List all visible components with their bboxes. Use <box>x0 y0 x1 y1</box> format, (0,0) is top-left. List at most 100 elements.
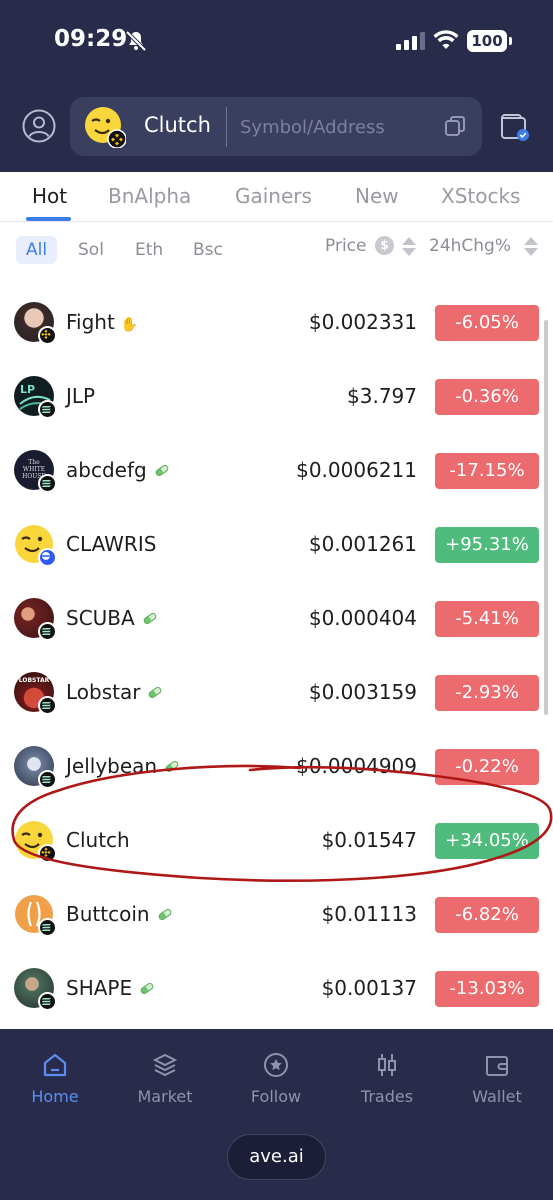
nav-home[interactable]: Home <box>10 1051 100 1106</box>
nav-trades[interactable]: Trades <box>342 1051 432 1106</box>
token-row[interactable]: Buttcoin $0.01113 -6.82% <box>0 878 553 952</box>
tab-hot[interactable]: Hot <box>32 184 67 208</box>
token-name: Lobstar <box>66 680 164 704</box>
token-avatar <box>14 746 57 789</box>
price-sort-icon[interactable] <box>402 236 416 258</box>
top-header: 09:29 100 Clutch <box>0 0 553 172</box>
solana-chain-icon <box>38 992 57 1011</box>
token-name: abcdefg <box>66 458 170 482</box>
chain-filter-sol[interactable]: Sol <box>78 236 104 264</box>
solana-chain-icon <box>38 622 57 641</box>
token-row[interactable]: Jellybean $0.0004909 -0.22% <box>0 730 553 804</box>
wallet-icon <box>486 1056 508 1076</box>
token-price: $0.01547 <box>321 828 417 852</box>
nav-wallet[interactable]: Wallet <box>452 1051 542 1106</box>
token-row[interactable]: The WHITE HOUSE abcdefg $0.0006211 -17.1… <box>0 434 553 508</box>
token-avatar <box>14 524 57 567</box>
battery-indicator: 100 <box>467 30 512 52</box>
chain-filter-eth[interactable]: Eth <box>135 236 163 264</box>
token-row[interactable]: CLAWRIS $0.001261 +95.31% <box>0 508 553 582</box>
chain-filter-bsc[interactable]: Bsc <box>193 236 223 264</box>
bsc-chain-icon <box>38 844 57 863</box>
change-badge: -2.93% <box>435 675 539 711</box>
nav-follow[interactable]: Follow <box>231 1051 321 1106</box>
muted-bell-icon <box>125 30 147 52</box>
change-sort-icon[interactable] <box>524 236 538 258</box>
change-column-header[interactable]: 24hChg% <box>429 236 511 256</box>
token-avatar: LP <box>14 376 57 419</box>
bsc-chain-icon <box>38 326 57 345</box>
token-list: Fight ✋ $0.002331 -6.05% LP JLP $3.797 -0… <box>0 286 553 1028</box>
category-tabs: Hot BnAlpha Gainers New XStocks <box>0 172 553 222</box>
avatar-label: LOBSTAR <box>18 677 50 684</box>
cellular-signal-icon <box>396 32 426 50</box>
token-row[interactable]: Clutch $0.01547 +34.05% <box>0 804 553 878</box>
market-layers-icon <box>152 1053 178 1077</box>
dollar-unit-icon[interactable]: $ <box>375 236 394 255</box>
pump-pill-icon <box>147 685 164 700</box>
wallet-connect-icon[interactable] <box>498 112 530 142</box>
pump-pill-icon <box>141 611 158 626</box>
change-badge: +34.05% <box>435 823 539 859</box>
token-price: $0.001261 <box>308 532 417 556</box>
symbol-address-input[interactable] <box>240 107 435 147</box>
token-name: CLAWRIS <box>66 532 157 556</box>
solana-chain-icon <box>38 770 57 789</box>
domain-url-pill[interactable]: ave.ai <box>227 1134 326 1180</box>
follow-star-icon <box>264 1053 288 1077</box>
change-badge: -17.15% <box>435 453 539 489</box>
wifi-icon <box>433 30 459 49</box>
token-price: $0.002331 <box>308 310 417 334</box>
tab-bnalpha[interactable]: BnAlpha <box>108 184 191 208</box>
solana-chain-icon <box>38 474 57 493</box>
tab-xstocks[interactable]: XStocks <box>441 184 520 208</box>
change-badge: -5.41% <box>435 601 539 637</box>
token-price: $0.003159 <box>308 680 417 704</box>
clutch-token-logo <box>85 107 126 148</box>
token-price: $3.797 <box>347 384 417 408</box>
token-price: $0.00137 <box>321 976 417 1000</box>
token-row[interactable]: SCUBA $0.000404 -5.41% <box>0 582 553 656</box>
token-search-bar[interactable]: Clutch <box>70 97 482 156</box>
status-bar: 09:29 100 <box>0 0 553 80</box>
chain-filter-all[interactable]: All <box>16 236 58 264</box>
token-name: JLP <box>66 384 96 408</box>
token-price: $0.0004909 <box>296 754 417 778</box>
copy-icon[interactable] <box>443 114 467 138</box>
token-avatar <box>14 302 57 345</box>
token-avatar <box>14 598 57 641</box>
nav-trades-label: Trades <box>360 1087 414 1106</box>
price-column-header[interactable]: Price <box>325 236 366 256</box>
token-row[interactable]: SHAPE $0.00137 -13.03% <box>0 952 553 1026</box>
pump-pill-icon <box>153 463 170 478</box>
token-price: $0.0006211 <box>296 458 417 482</box>
change-badge: -0.36% <box>435 379 539 415</box>
pump-pill-icon <box>139 981 155 996</box>
token-avatar <box>14 894 57 937</box>
trades-candles-icon <box>378 1054 396 1076</box>
solana-chain-icon <box>38 918 57 937</box>
change-badge: -6.82% <box>435 897 539 933</box>
token-name: Clutch <box>66 828 130 852</box>
nav-wallet-label: Wallet <box>472 1087 522 1106</box>
selected-token-name: Clutch <box>144 113 211 137</box>
token-row[interactable]: Fight ✋ $0.002331 -6.05% <box>0 286 553 360</box>
status-time: 09:29 <box>54 26 128 52</box>
token-name: SHAPE <box>66 976 155 1000</box>
profile-icon[interactable] <box>22 109 56 143</box>
token-avatar <box>14 820 57 863</box>
change-badge: -0.22% <box>435 749 539 785</box>
pump-pill-icon <box>164 759 180 774</box>
nav-market[interactable]: Market <box>120 1051 210 1106</box>
solana-chain-icon <box>38 696 57 715</box>
token-row[interactable]: LOBSTAR Lobstar $0.003159 -2.93% <box>0 656 553 730</box>
list-scrollbar[interactable] <box>544 320 548 715</box>
nav-home-label: Home <box>31 1087 79 1106</box>
frog-emoji-icon: ✋ <box>120 317 139 333</box>
home-icon <box>43 1053 67 1077</box>
tab-gainers[interactable]: Gainers <box>235 184 312 208</box>
change-badge: -13.03% <box>435 971 539 1007</box>
tab-new[interactable]: New <box>355 184 399 208</box>
pump-pill-icon <box>156 907 173 922</box>
token-row[interactable]: LP JLP $3.797 -0.36% <box>0 360 553 434</box>
